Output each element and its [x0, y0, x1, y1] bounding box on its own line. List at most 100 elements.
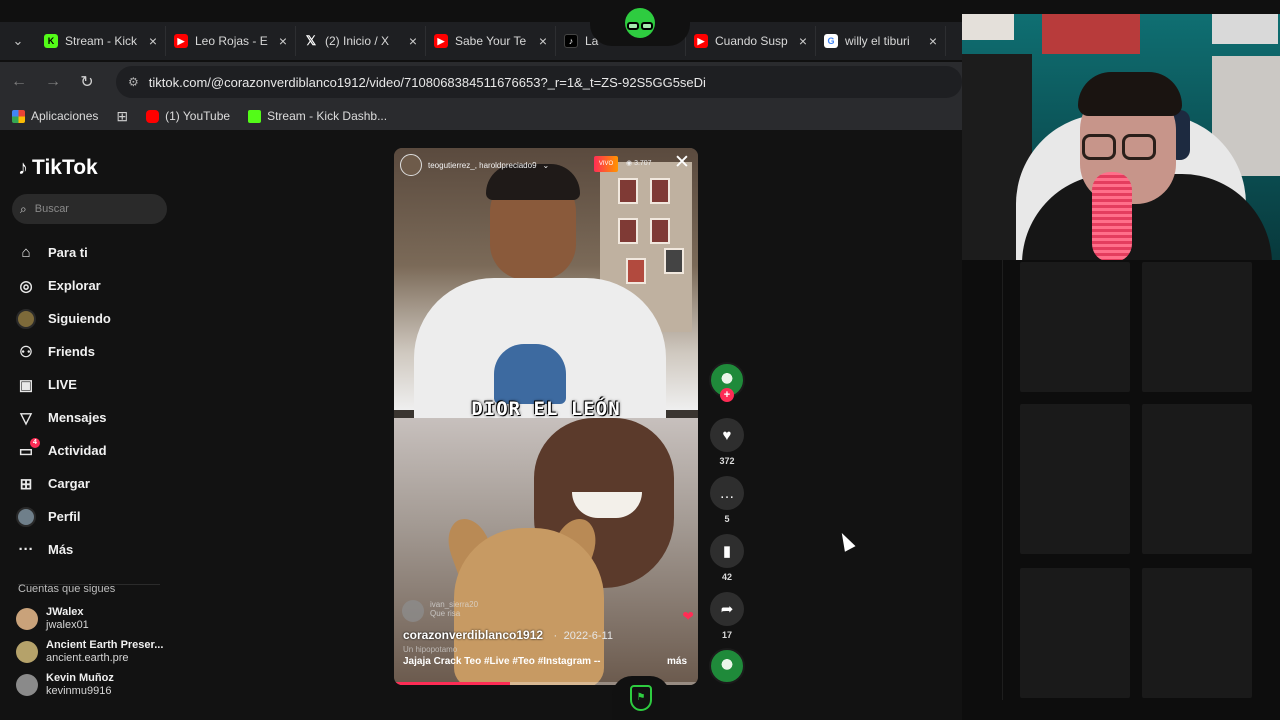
- sidebar-item-cargar[interactable]: ⊞ Cargar: [16, 467, 111, 500]
- close-tab-icon[interactable]: ×: [409, 33, 417, 49]
- share-button[interactable]: ➦ 17: [708, 592, 746, 644]
- sidebar-item-más[interactable]: ··· Más: [16, 533, 111, 566]
- shield-logo-icon: ⚑: [630, 685, 652, 711]
- creator-avatar[interactable]: +: [708, 362, 746, 410]
- menu-glyph: ⌂: [21, 244, 31, 261]
- video-player[interactable]: DIOR EL LEÓN teogutierrez_, haroldprecia…: [394, 148, 698, 685]
- tiktok-page: ♪ TikTok ⌕ Buscar ⌂ Para ti ◎ Explorar Sigui…: [0, 130, 962, 720]
- eye-icon: ◉: [626, 160, 635, 167]
- video-date: 2022-6-11: [563, 630, 613, 642]
- following-heading-text: Cuentas que sigues: [18, 583, 116, 595]
- comment-user: ivan_sierra20: [430, 600, 479, 609]
- microphone: [1092, 172, 1132, 260]
- search-input[interactable]: ⌕ Buscar: [12, 194, 167, 224]
- live-header: teogutierrez_, haroldpreciado9 ⌄: [400, 154, 549, 176]
- sidebar-item-actividad[interactable]: ▭ 4 Actividad: [16, 434, 111, 467]
- bookmark-label: (1) YouTube: [165, 109, 231, 123]
- x-icon: 𝕏: [305, 33, 317, 48]
- browser-tab[interactable]: K Stream - Kick ×: [36, 26, 166, 56]
- following-account[interactable]: JWalex jwalex01: [16, 606, 89, 632]
- video-sub-caption: Un hipopotamo: [403, 645, 458, 654]
- follow-plus-icon[interactable]: +: [720, 388, 734, 402]
- close-tab-icon[interactable]: ×: [279, 33, 287, 49]
- sound-disc[interactable]: [708, 648, 746, 684]
- live-icon: ▣: [16, 375, 36, 395]
- share-count: 17: [721, 630, 732, 640]
- sidebar-item-live[interactable]: ▣ LIVE: [16, 368, 111, 401]
- live-avatar: [400, 154, 422, 176]
- sidebar-item-label: Perfil: [48, 509, 81, 524]
- bookmark-grid[interactable]: ⊞: [116, 108, 128, 125]
- menu-glyph: ⚇: [19, 343, 33, 361]
- sidebar-item-mensajes[interactable]: ▽ Mensajes: [16, 401, 111, 434]
- comment-button[interactable]: … 5: [708, 476, 746, 528]
- bookmark-apps[interactable]: Aplicaciones: [12, 109, 98, 123]
- more-link[interactable]: más: [667, 656, 687, 667]
- close-tab-icon[interactable]: ×: [149, 33, 157, 49]
- browser-tab[interactable]: 𝕏 (2) Inicio / X ×: [296, 26, 426, 56]
- tiktok-logo[interactable]: ♪ TikTok: [18, 156, 98, 180]
- tab-title: Leo Rojas - E: [195, 34, 268, 48]
- tiktok-note-icon: ♪: [18, 156, 28, 179]
- browser-tab[interactable]: ▶ Cuando Susp ×: [686, 26, 816, 56]
- close-icon[interactable]: ✕: [672, 153, 692, 174]
- close-tab-icon[interactable]: ×: [929, 33, 937, 49]
- sidebar-item-explorar[interactable]: ◎ Explorar: [16, 269, 111, 302]
- youtube-icon: [146, 109, 160, 123]
- profile-avatar-icon: [16, 506, 36, 527]
- notification-badge: 4: [30, 437, 40, 448]
- save-button[interactable]: ▮ 42: [708, 534, 746, 586]
- placeholder-cell: [1020, 404, 1130, 554]
- reload-icon[interactable]: ↻: [78, 72, 96, 92]
- apps-grid-icon: [12, 109, 25, 123]
- video-author[interactable]: corazonverdiblanco1912: [403, 628, 543, 642]
- following-heading: Cuentas que sigues: [18, 583, 160, 595]
- bookmark-kick[interactable]: Stream - Kick Dashb...: [248, 109, 387, 123]
- close-tab-icon[interactable]: ×: [539, 33, 547, 49]
- sidebar-item-perfil[interactable]: Perfil: [16, 500, 111, 533]
- kick-icon: K: [44, 34, 58, 48]
- friends-icon: ⚇: [16, 342, 36, 362]
- sidebar-item-para-ti[interactable]: ⌂ Para ti: [16, 236, 111, 269]
- bookmark-icon: ▮: [710, 534, 744, 568]
- account-name: Ancient Earth Preser...: [46, 639, 164, 651]
- sidebar-item-label: Cargar: [48, 476, 90, 491]
- browser-tab[interactable]: ▶ Leo Rojas - E ×: [166, 26, 296, 56]
- video-description: Jajaja Crack Teo #Live #Teo #Instagram -…: [403, 656, 601, 667]
- browser-toolbar: ← → ↻ ⚙ tiktok.com/@corazonverdiblanco19…: [0, 62, 962, 102]
- browser-tab[interactable]: ▶ Sabe Your Te ×: [426, 26, 556, 56]
- video-top-half: [394, 148, 698, 418]
- address-bar[interactable]: ⚙ tiktok.com/@corazonverdiblanco1912/vid…: [116, 66, 962, 98]
- close-tab-icon[interactable]: ×: [799, 33, 807, 49]
- placeholder-cell: [1142, 404, 1252, 554]
- sidebar-item-friends[interactable]: ⚇ Friends: [16, 335, 111, 368]
- tab-title: Stream - Kick: [65, 34, 138, 48]
- forward-arrow-icon[interactable]: →: [44, 73, 62, 91]
- viewer-count-text: 3.707: [634, 160, 652, 167]
- following-account[interactable]: Ancient Earth Preser... ancient.earth.pre: [16, 639, 163, 665]
- tab-title: Sabe Your Te: [455, 34, 527, 48]
- back-arrow-icon[interactable]: ←: [10, 73, 28, 91]
- search-icon: ⌕: [20, 201, 27, 216]
- account-handle: ancient.earth.pre: [46, 652, 129, 664]
- youtube-icon: ▶: [174, 34, 188, 48]
- poster-image: [962, 14, 1014, 40]
- bookmark-label: Stream - Kick Dashb...: [267, 109, 388, 123]
- bookmark-youtube[interactable]: (1) YouTube: [146, 109, 230, 123]
- heart-icon: ♥: [710, 418, 744, 452]
- home-icon: ⌂: [16, 243, 36, 263]
- bookmarks-bar: Aplicaciones ⊞ (1) YouTube Stream - Kick…: [0, 102, 962, 130]
- address-url: tiktok.com/@corazonverdiblanco1912/video…: [148, 74, 706, 90]
- tab-search-chevron-icon[interactable]: ⌄: [0, 33, 36, 49]
- account-handle: kevinmu9916: [46, 685, 112, 697]
- menu-glyph: ▽: [20, 409, 32, 427]
- sidebar-item-siguiendo[interactable]: Siguiendo: [16, 302, 111, 335]
- site-info-icon[interactable]: ⚙: [128, 75, 139, 89]
- menu-glyph: ▣: [18, 376, 34, 394]
- following-account[interactable]: Kevin Muñoz kevinmu9916: [16, 672, 114, 698]
- placeholder-cell: [1142, 568, 1252, 698]
- like-button[interactable]: ♥ 372: [708, 418, 746, 470]
- messages-icon: ▽: [16, 408, 36, 428]
- browser-tab[interactable]: Gwilly el tiburi ×: [816, 26, 946, 56]
- sidebar-menu: ⌂ Para ti ◎ Explorar Siguiendo ⚇ Friends ▣ LIVE ▽…: [16, 236, 111, 566]
